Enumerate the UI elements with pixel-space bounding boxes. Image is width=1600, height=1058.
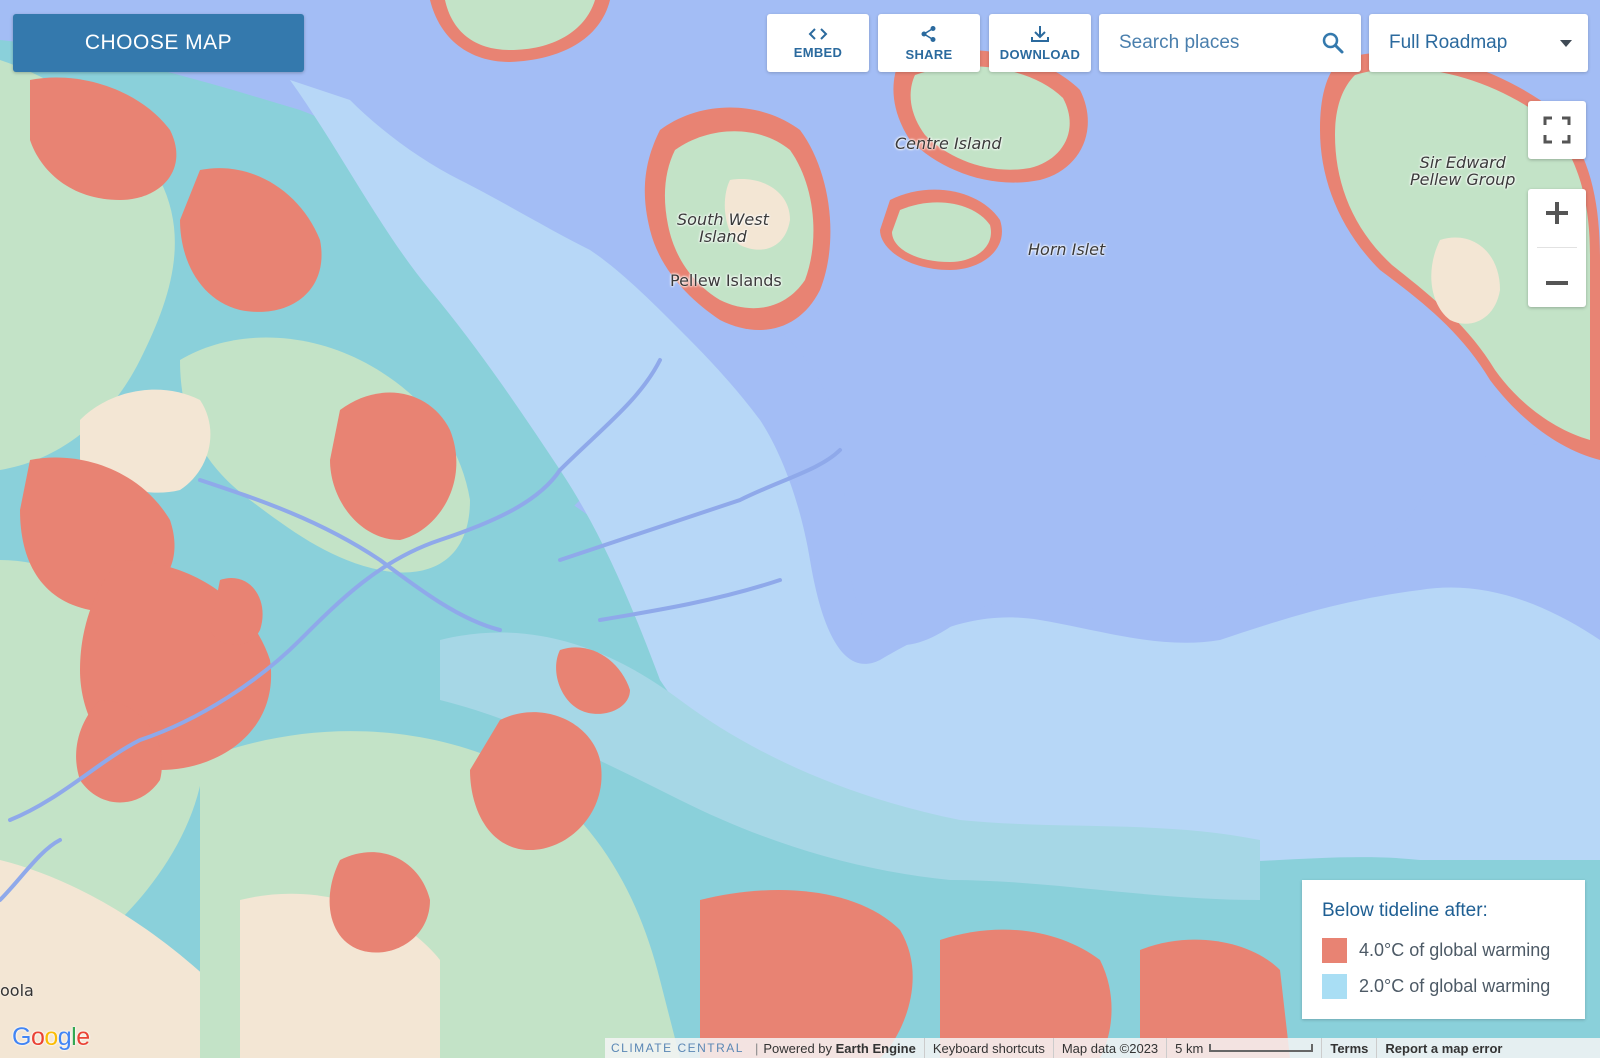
map-label-horn-islet: Horn Islet	[1028, 240, 1106, 259]
map-label-sir-edward-pellew: Sir Edward Pellew Group	[1410, 154, 1515, 188]
share-button[interactable]: SHARE	[878, 14, 980, 72]
google-logo-letter: o	[30, 1023, 45, 1051]
legend-swatch-4c	[1322, 938, 1347, 963]
zoom-in-icon[interactable]	[1544, 200, 1570, 226]
map-legend: Below tideline after: 4.0°C of global wa…	[1302, 880, 1585, 1019]
share-label: SHARE	[905, 46, 953, 62]
map-data-text: Map data ©2023	[1052, 1038, 1166, 1058]
basemap-select[interactable]: Full Roadmap	[1369, 14, 1588, 72]
powered-by-earth-engine[interactable]: Earth Engine	[836, 1041, 916, 1056]
fullscreen-icon	[1543, 116, 1571, 144]
climate-central-logo[interactable]: CLIMATE CENTRAL	[611, 1041, 744, 1055]
powered-by-prefix: Powered by	[763, 1040, 833, 1056]
map-label-south-west-island: South West Island	[677, 211, 769, 245]
google-logo-letter: g	[57, 1023, 72, 1051]
scale-indicator[interactable]: 5 km	[1166, 1038, 1321, 1058]
choose-map-label: CHOOSE MAP	[84, 31, 233, 54]
basemap-value: Full Roadmap	[1389, 32, 1508, 53]
map-label-line: Sir Edward	[1419, 153, 1506, 172]
terms-link[interactable]: Terms	[1321, 1038, 1376, 1058]
google-logo-letter: G	[12, 1023, 31, 1051]
map-label-centre-island: Centre Island	[895, 134, 1002, 153]
map-label-line: South West	[677, 210, 769, 229]
download-label: DOWNLOAD	[999, 46, 1081, 62]
powered-by-text: Powered by Earth Engine	[763, 1041, 915, 1056]
legend-item-2c: 2.0°C of global warming	[1322, 974, 1550, 999]
zoom-out-icon[interactable]	[1544, 270, 1570, 296]
zoom-control	[1528, 189, 1586, 307]
search-icon[interactable]	[1321, 31, 1345, 55]
map-label-pellew-islands: Pellew Islands	[670, 271, 782, 290]
embed-label: EMBED	[793, 44, 843, 60]
scale-bar	[1209, 1044, 1314, 1052]
legend-label-2c: 2.0°C of global warming	[1359, 976, 1551, 996]
map-label-partial: oola	[0, 981, 34, 1000]
footer-separator: |	[754, 1040, 759, 1056]
search-box	[1099, 14, 1361, 72]
climate-central-label: CLIMATE CENTRAL	[611, 1041, 744, 1055]
download-button[interactable]: DOWNLOAD	[989, 14, 1091, 72]
map-attribution-bar: CLIMATE CENTRAL | Powered by Earth Engin…	[605, 1038, 1600, 1058]
share-icon	[921, 25, 936, 42]
embed-button[interactable]: EMBED	[767, 14, 869, 72]
legend-title: Below tideline after:	[1322, 900, 1488, 921]
map-label-line: Pellew Group	[1410, 170, 1516, 189]
legend-item-4c: 4.0°C of global warming	[1322, 938, 1550, 963]
map-label-line: Island	[699, 227, 747, 246]
zoom-divider	[1537, 247, 1577, 249]
keyboard-shortcuts-link[interactable]: Keyboard shortcuts	[923, 1038, 1053, 1058]
fullscreen-button[interactable]	[1528, 101, 1586, 159]
legend-label-4c: 4.0°C of global warming	[1359, 940, 1551, 960]
google-logo-letter: e	[76, 1023, 90, 1051]
google-logo: Google	[12, 1023, 90, 1052]
download-icon	[1031, 25, 1049, 42]
google-logo-letter: o	[44, 1023, 58, 1051]
report-map-error-link[interactable]: Report a map error	[1376, 1038, 1510, 1058]
scale-label: 5 km	[1175, 1040, 1204, 1056]
search-input[interactable]	[1117, 31, 1321, 55]
caret-down-icon	[1560, 40, 1572, 47]
legend-swatch-2c	[1322, 974, 1347, 999]
code-icon	[808, 27, 828, 40]
choose-map-button[interactable]: CHOOSE MAP	[13, 14, 304, 72]
